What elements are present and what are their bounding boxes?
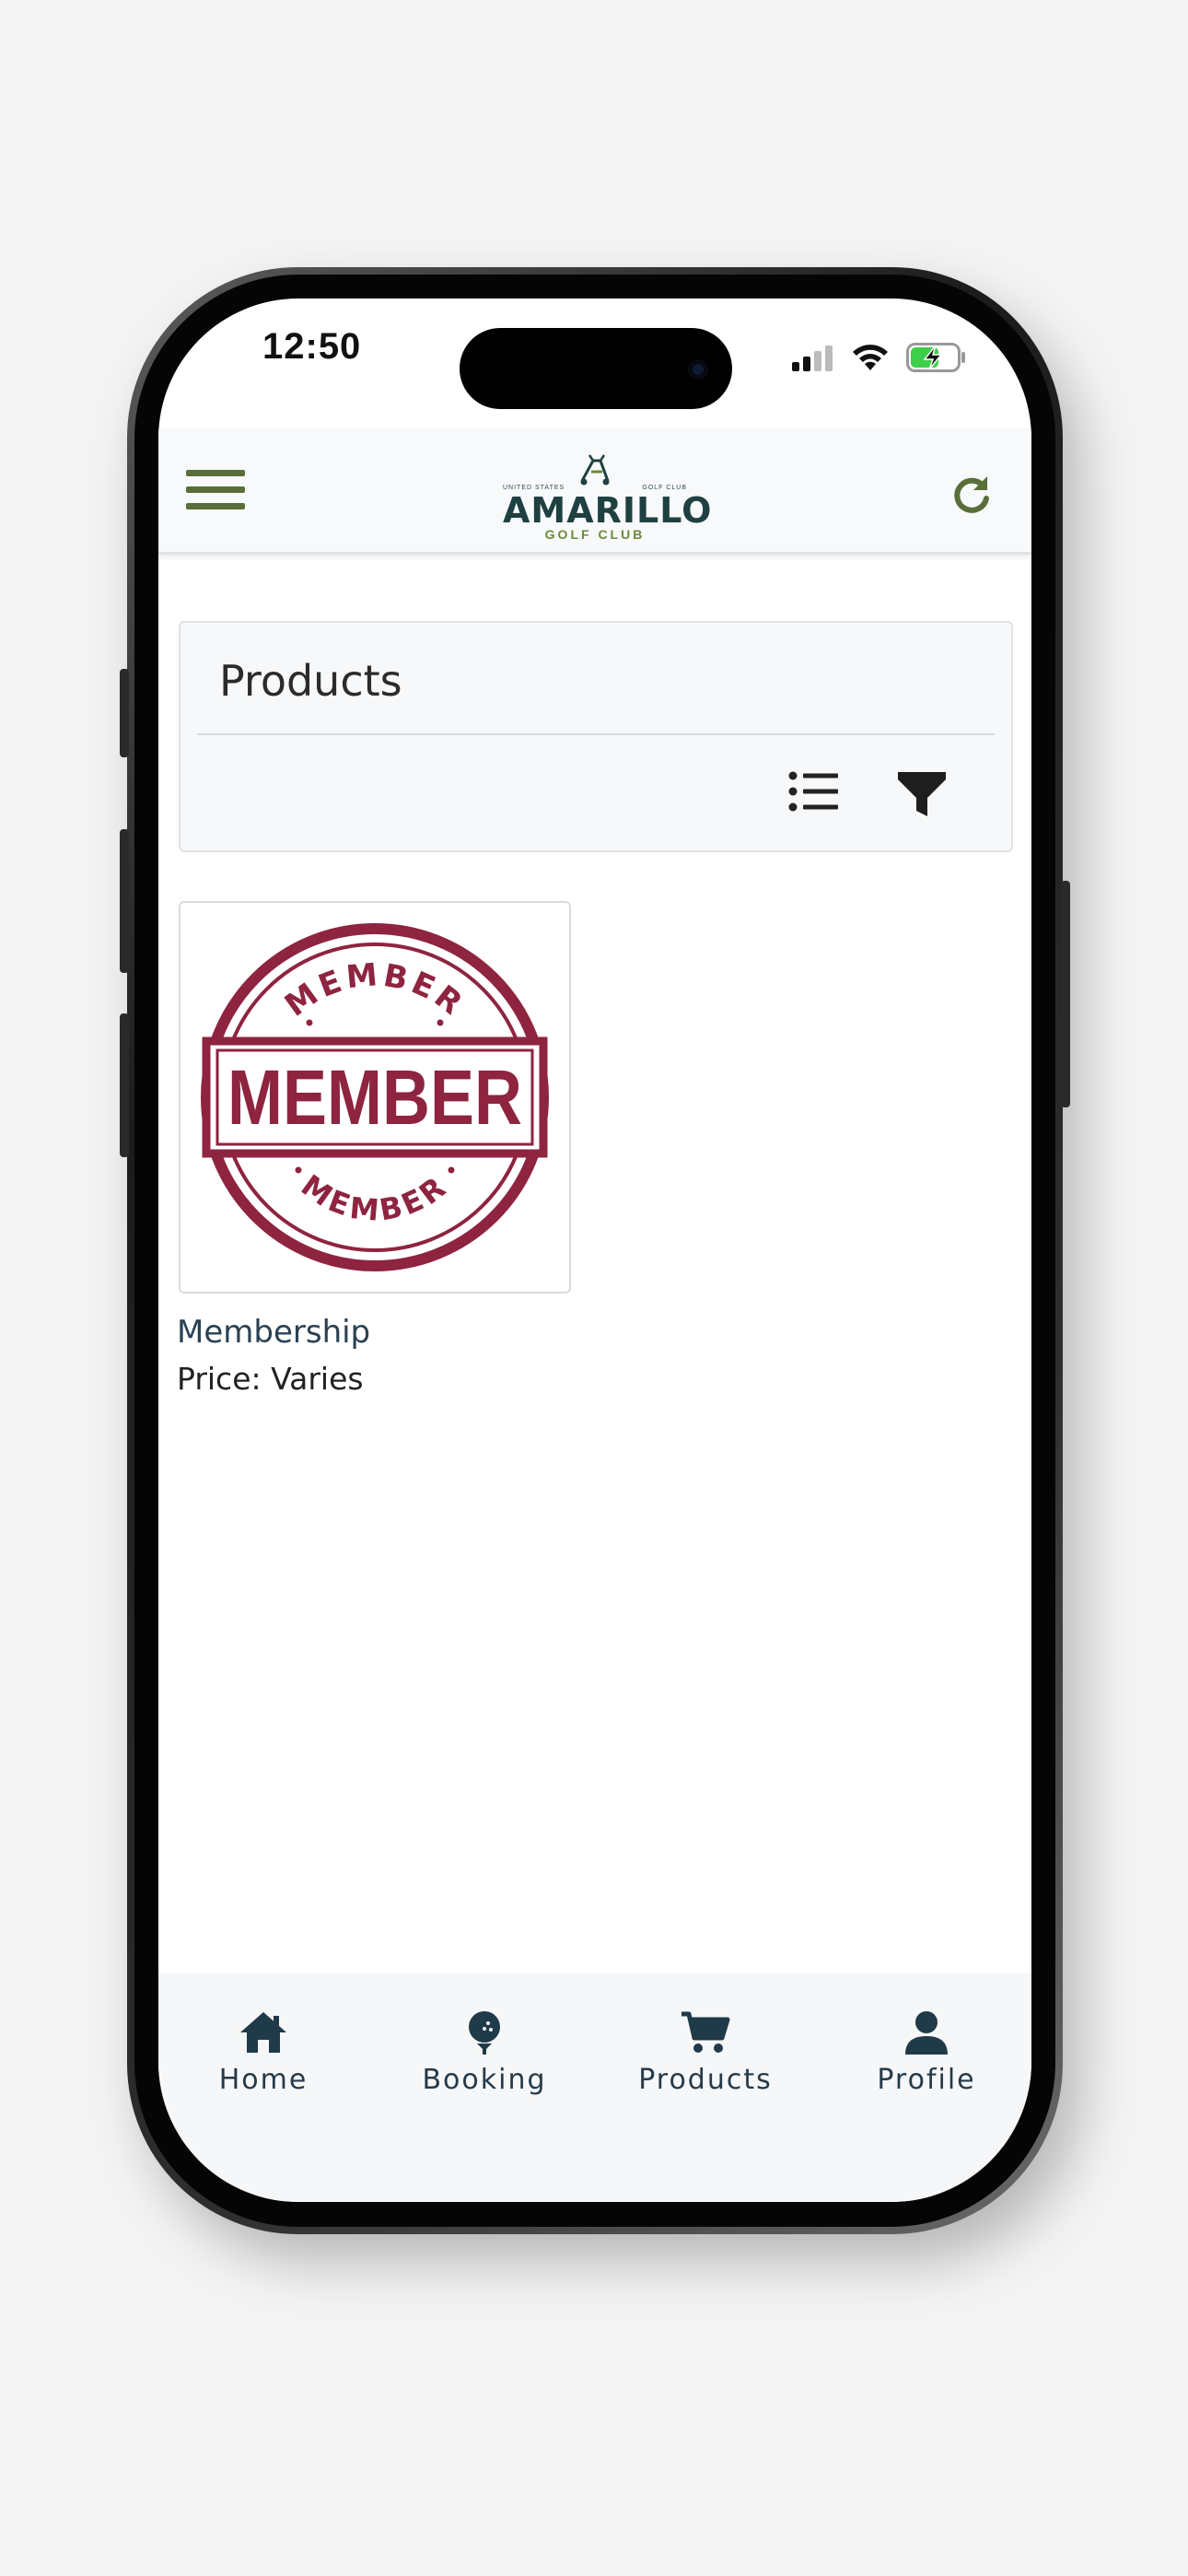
tab-booking[interactable]: Booking bbox=[392, 2010, 577, 2112]
home-icon bbox=[240, 2012, 286, 2053]
product-name[interactable]: Membership bbox=[177, 1314, 370, 1351]
tab-label: Products bbox=[638, 2064, 773, 2096]
cart-icon bbox=[681, 2011, 730, 2053]
menu-bar-icon bbox=[186, 503, 245, 509]
tab-home[interactable]: Home bbox=[171, 2010, 355, 2112]
golf-ball-icon bbox=[469, 2011, 500, 2055]
product-card-membership[interactable]: MEMBER MEMBER MEMBER bbox=[179, 901, 571, 1294]
refresh-icon[interactable] bbox=[949, 472, 995, 518]
amarillo-golf-club-logo: UNITED STATES GOLF CLUB AMARILLO GOLF CL… bbox=[503, 453, 713, 542]
products-header-card: Products bbox=[179, 621, 1013, 852]
tab-label: Home bbox=[218, 2064, 309, 2096]
page-title: Products bbox=[219, 656, 402, 706]
app-header: UNITED STATES GOLF CLUB AMARILLO GOLF CL… bbox=[158, 427, 1031, 555]
wifi-icon bbox=[853, 345, 888, 370]
status-time: 12:50 bbox=[262, 326, 362, 367]
member-stamp-image: MEMBER MEMBER MEMBER bbox=[201, 923, 549, 1271]
cellular-signal-icon bbox=[792, 345, 833, 371]
product-price: Price: Varies bbox=[177, 1361, 364, 1397]
tab-profile[interactable]: Profile bbox=[834, 2010, 1019, 2112]
action-button bbox=[120, 669, 129, 757]
list-view-icon[interactable] bbox=[788, 770, 840, 813]
status-bar: 12:50 bbox=[158, 299, 1031, 427]
tab-products[interactable]: Products bbox=[613, 2010, 798, 2112]
divider bbox=[197, 733, 995, 735]
tab-label: Booking bbox=[422, 2064, 547, 2096]
app-screen: 12:50 UNITED STATES GOLF CLUB AMARILLO G… bbox=[158, 299, 1031, 2202]
user-icon bbox=[905, 2011, 948, 2055]
svg-text:MEMBER: MEMBER bbox=[227, 1054, 522, 1141]
logo-name: AMARILLO bbox=[503, 490, 713, 531]
dynamic-island bbox=[460, 328, 732, 409]
menu-bar-icon bbox=[186, 470, 245, 476]
golf-cart-logo-icon bbox=[580, 454, 610, 486]
logo-subtitle: GOLF CLUB bbox=[544, 527, 646, 542]
tab-label: Profile bbox=[877, 2064, 976, 2096]
volume-up-button bbox=[120, 829, 129, 973]
hamburger-menu-button[interactable] bbox=[186, 470, 245, 514]
filter-icon[interactable] bbox=[896, 768, 948, 820]
volume-down-button bbox=[120, 1013, 129, 1157]
menu-bar-icon bbox=[186, 486, 245, 493]
battery-charging-icon bbox=[906, 343, 965, 372]
bottom-tab-bar: Home Booking Products Profile bbox=[158, 1973, 1031, 2202]
power-button bbox=[1061, 881, 1070, 1107]
camera-icon bbox=[688, 359, 708, 380]
status-icons bbox=[792, 343, 967, 372]
